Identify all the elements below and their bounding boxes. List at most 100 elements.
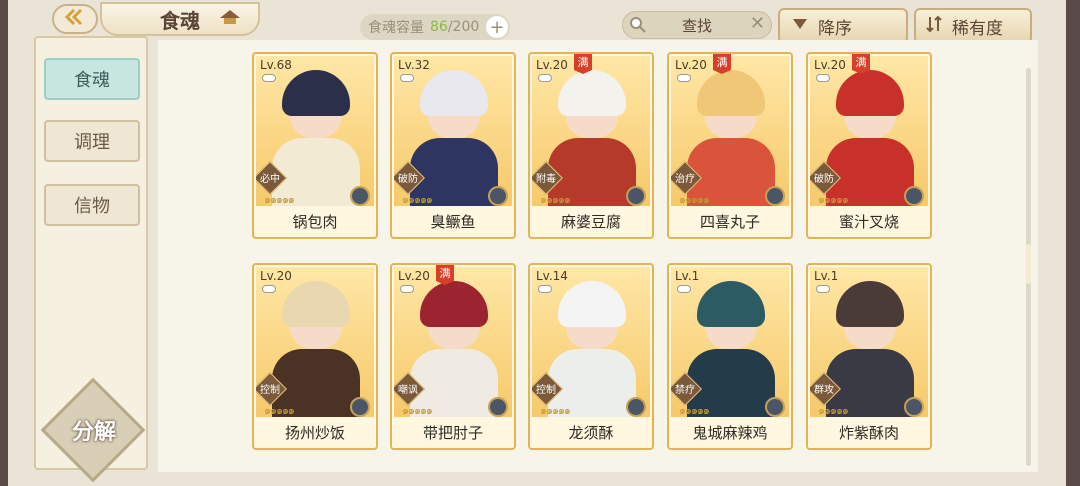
star-rating: ๑๑๑๑๑ (540, 193, 571, 206)
card-level: Lv.20 (398, 269, 430, 283)
max-badge: 满 (436, 265, 454, 285)
lock-toggle-icon[interactable] (262, 285, 276, 293)
sort-order-label: 降序 (818, 18, 852, 39)
lock-toggle-icon[interactable] (400, 285, 414, 293)
frame-right (1066, 0, 1080, 486)
card-role: 群攻 (814, 385, 834, 396)
character-portrait: Lv.20 附毒 ๑๑๑๑๑ (532, 56, 650, 206)
element-gem-icon (765, 397, 785, 417)
character-portrait: Lv.20 治疗 ๑๑๑๑๑ (671, 56, 789, 206)
pagoda-icon (218, 8, 242, 30)
card-level: Lv.20 (536, 58, 568, 72)
card-level: Lv.1 (814, 269, 839, 283)
food-soul-card[interactable]: Lv.20 附毒 ๑๑๑๑๑ 麻婆豆腐 满 (528, 52, 654, 239)
decompose-label: 分解 (71, 419, 116, 445)
card-name: 带把肘子 (422, 424, 483, 442)
lock-toggle-icon[interactable] (816, 285, 830, 293)
lock-toggle-icon[interactable] (677, 285, 691, 293)
card-role: 必中 (260, 174, 280, 185)
lock-toggle-icon[interactable] (538, 285, 552, 293)
lock-toggle-icon[interactable] (538, 74, 552, 82)
card-role: 破防 (398, 174, 418, 185)
food-soul-card[interactable]: Lv.1 禁疗 ๑๑๑๑๑ 鬼城麻辣鸡 (667, 263, 793, 450)
character-portrait: Lv.1 群攻 ๑๑๑๑๑ (810, 267, 928, 417)
lock-toggle-icon[interactable] (400, 74, 414, 82)
card-role: 控制 (536, 385, 556, 396)
element-gem-icon (488, 397, 508, 417)
card-name: 麻婆豆腐 (560, 213, 621, 231)
character-portrait: Lv.20 嘲讽 ๑๑๑๑๑ (394, 267, 512, 417)
sort-arrows-icon (926, 15, 942, 38)
back-button[interactable] (52, 4, 98, 34)
card-level: Lv.1 (675, 269, 700, 283)
sidebar-item-food-souls[interactable]: 食魂 (44, 58, 140, 100)
food-soul-card[interactable]: Lv.20 破防 ๑๑๑๑๑ 蜜汁叉烧 满 (806, 52, 932, 239)
card-level: Lv.32 (398, 58, 430, 72)
search-input[interactable]: 查找 ✕ (622, 11, 772, 39)
food-soul-card[interactable]: Lv.14 控制 ๑๑๑๑๑ 龙须酥 (528, 263, 654, 450)
max-badge: 满 (852, 54, 870, 74)
character-portrait: Lv.32 破防 ๑๑๑๑๑ (394, 56, 512, 206)
element-gem-icon (626, 186, 646, 206)
star-rating: ๑๑๑๑๑ (679, 193, 710, 206)
max-badge: 满 (713, 54, 731, 74)
capacity-current: 86 (430, 19, 448, 35)
card-role: 禁疗 (675, 385, 695, 396)
capacity-indicator: 食魂容量 86 /200 + (360, 14, 510, 40)
element-gem-icon (350, 397, 370, 417)
sidebar: 食魂 调理 信物 分解 (34, 36, 148, 483)
star-rating: ๑๑๑๑๑ (402, 404, 433, 417)
card-role: 控制 (260, 385, 280, 396)
card-level: Lv.14 (536, 269, 568, 283)
card-name: 臭鳜鱼 (430, 213, 476, 231)
card-name: 鬼城麻辣鸡 (692, 424, 768, 442)
star-rating: ๑๑๑๑๑ (540, 404, 571, 417)
card-role: 治疗 (675, 174, 695, 185)
sort-rarity-button[interactable]: 稀有度 (914, 8, 1032, 44)
card-name: 龙须酥 (568, 424, 614, 442)
search-icon (629, 16, 647, 38)
food-soul-card[interactable]: Lv.68 必中 ๑๑๑๑๑ 锅包肉 (252, 52, 378, 239)
card-name: 锅包肉 (292, 213, 338, 231)
capacity-label: 食魂容量 (368, 20, 424, 36)
card-level: Lv.20 (814, 58, 846, 72)
food-soul-card[interactable]: Lv.20 治疗 ๑๑๑๑๑ 四喜丸子 满 (667, 52, 793, 239)
character-portrait: Lv.1 禁疗 ๑๑๑๑๑ (671, 267, 789, 417)
lock-toggle-icon[interactable] (816, 74, 830, 82)
card-level: Lv.68 (260, 58, 292, 72)
add-capacity-button[interactable]: + (486, 16, 508, 38)
element-gem-icon (904, 397, 924, 417)
lock-toggle-icon[interactable] (677, 74, 691, 82)
capacity-max: /200 (447, 19, 480, 35)
star-rating: ๑๑๑๑๑ (402, 193, 433, 206)
element-gem-icon (488, 186, 508, 206)
sidebar-item-tokens[interactable]: 信物 (44, 184, 140, 226)
back-arrow-icon (64, 8, 86, 30)
card-role: 破防 (814, 174, 834, 185)
food-soul-card[interactable]: Lv.1 群攻 ๑๑๑๑๑ 炸紫酥肉 (806, 263, 932, 450)
star-rating: ๑๑๑๑๑ (679, 404, 710, 417)
card-level: Lv.20 (260, 269, 292, 283)
card-role: 附毒 (536, 174, 556, 185)
sort-rarity-label: 稀有度 (952, 18, 1003, 39)
character-portrait: Lv.68 必中 ๑๑๑๑๑ (256, 56, 374, 206)
food-soul-card[interactable]: Lv.20 控制 ๑๑๑๑๑ 扬州炒饭 (252, 263, 378, 450)
sort-order-button[interactable]: 降序 (778, 8, 908, 44)
card-name: 蜜汁叉烧 (838, 213, 899, 231)
star-rating: ๑๑๑๑๑ (818, 404, 849, 417)
food-soul-card[interactable]: Lv.32 破防 ๑๑๑๑๑ 臭鳜鱼 (390, 52, 516, 239)
triangle-down-icon (792, 16, 808, 36)
food-soul-card[interactable]: Lv.20 嘲讽 ๑๑๑๑๑ 带把肘子 满 (390, 263, 516, 450)
star-rating: ๑๑๑๑๑ (264, 404, 295, 417)
clear-search-icon[interactable]: ✕ (750, 13, 765, 34)
sidebar-item-recipes[interactable]: 调理 (44, 120, 140, 162)
card-role: 嘲讽 (398, 385, 418, 396)
scrollbar-thumb[interactable] (1026, 244, 1031, 284)
lock-toggle-icon[interactable] (262, 74, 276, 82)
max-badge: 满 (574, 54, 592, 74)
card-level: Lv.20 (675, 58, 707, 72)
frame-left (0, 0, 8, 486)
element-gem-icon (626, 397, 646, 417)
element-gem-icon (904, 186, 924, 206)
character-portrait: Lv.14 控制 ๑๑๑๑๑ (532, 267, 650, 417)
